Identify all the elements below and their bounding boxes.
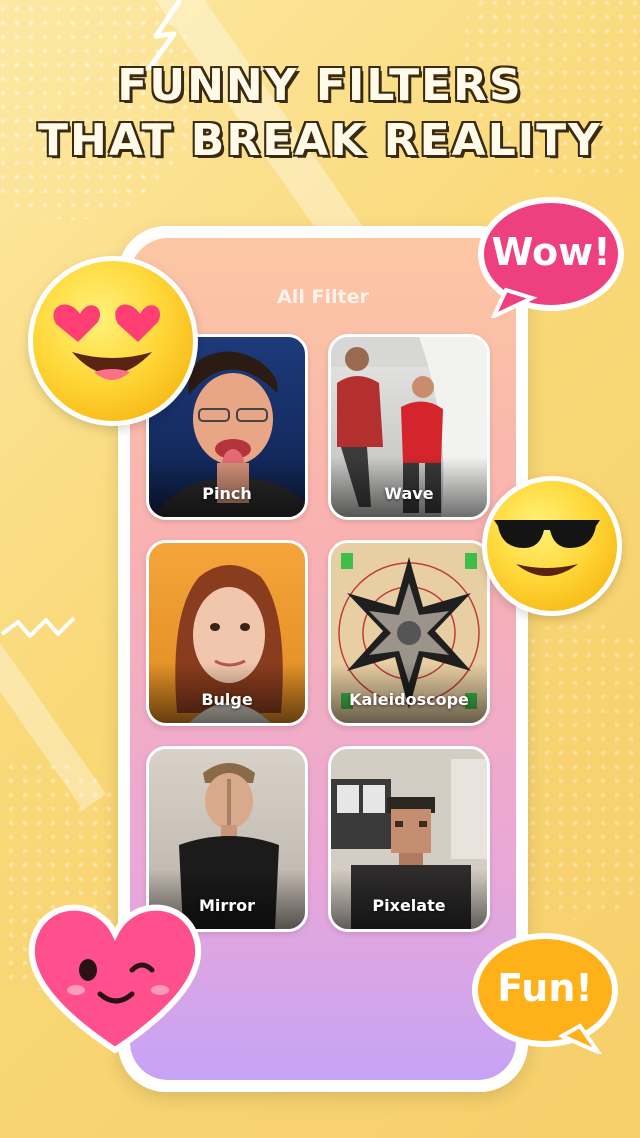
filter-label-kaleidoscope: Kaleidoscope xyxy=(349,690,469,709)
sunglasses-emoji-icon xyxy=(482,476,622,616)
filter-card-pixelate[interactable]: Pixelate xyxy=(328,746,490,932)
headline-line-1: FUNNY FILTERS xyxy=(117,60,523,111)
fun-text: Fun! xyxy=(497,966,593,1010)
headline-line-2: THAT BREAK REALITY xyxy=(37,115,603,166)
filter-card-wave[interactable]: Wave xyxy=(328,334,490,520)
filter-card-bulge[interactable]: Bulge xyxy=(146,540,308,726)
fun-speech-bubble: Fun! xyxy=(470,930,620,1054)
wow-text: Wow! xyxy=(491,230,611,274)
filter-label-bulge: Bulge xyxy=(201,690,253,709)
filter-label-pinch: Pinch xyxy=(202,484,252,503)
wow-speech-bubble: Wow! xyxy=(476,194,626,318)
heart-eyes-emoji-icon xyxy=(28,256,198,426)
filter-card-kaleidoscope[interactable]: Kaleidoscope xyxy=(328,540,490,726)
headline: FUNNY FILTERS THAT BREAK REALITY xyxy=(0,58,640,168)
filter-label-pixelate: Pixelate xyxy=(372,896,446,915)
winking-heart-icon xyxy=(20,890,210,1064)
filter-label-wave: Wave xyxy=(384,484,434,503)
zigzag-decoration xyxy=(0,616,76,638)
